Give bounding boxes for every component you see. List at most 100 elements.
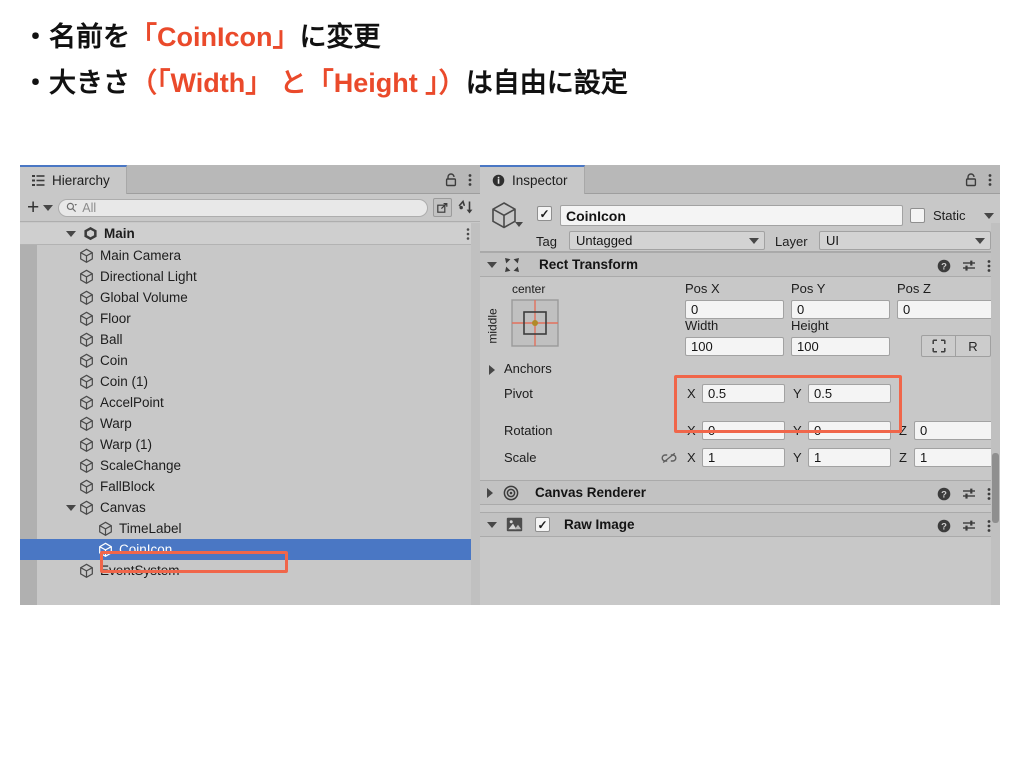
inspector-scrollbar[interactable] [991, 223, 1000, 605]
caption-line-1-highlight: 「CoinIcon」 [130, 22, 300, 52]
component-header-rect-transform[interactable]: Rect Transform ? [480, 252, 1000, 277]
pivot-y-axis-label: Y [793, 386, 802, 401]
scale-y-field[interactable]: 1 [808, 448, 891, 467]
canvas-renderer-icon [503, 485, 519, 500]
rotation-z-field[interactable]: 0 [914, 421, 997, 440]
component-header-raw-image[interactable]: ✓ Raw Image ? [480, 512, 1000, 537]
scale-x-field[interactable]: 1 [702, 448, 785, 467]
raw-image-enabled-checkbox[interactable]: ✓ [535, 517, 550, 532]
hierarchy-scene-row[interactable]: Main [20, 223, 480, 245]
raw-mode-button[interactable]: R [956, 335, 991, 357]
hierarchy-tree[interactable]: Main Main Camera Directional Light Global … [20, 223, 480, 605]
caption-line-2-pre: ・大きさ [22, 68, 130, 98]
hierarchy-item-canvas[interactable]: Canvas [20, 497, 480, 518]
anchor-preset-widget[interactable] [511, 299, 559, 347]
tag-chevron-down-icon [749, 237, 759, 244]
static-dropdown-chevron-down-icon[interactable] [984, 213, 994, 219]
help-circle-icon[interactable]: ? [937, 487, 951, 501]
rotation-x-field[interactable]: 0 [702, 421, 785, 440]
gameobject-name-field[interactable]: CoinIcon [560, 205, 903, 226]
hierarchy-item-eventsystem[interactable]: EventSystem [20, 560, 480, 581]
hierarchy-item-main-camera[interactable]: Main Camera [20, 245, 480, 266]
add-dropdown-chevron-down-icon[interactable] [43, 204, 54, 211]
kebab-menu-icon[interactable] [988, 173, 992, 187]
kebab-menu-icon[interactable] [468, 173, 472, 187]
inspector-scrollbar-thumb[interactable] [992, 453, 999, 523]
static-checkbox[interactable] [910, 208, 925, 223]
anchors-label: Anchors [504, 361, 552, 376]
hierarchy-item-fallblock[interactable]: FallBlock [20, 476, 480, 497]
hierarchy-item-directional-light[interactable]: Directional Light [20, 266, 480, 287]
caption-line-2: ・大きさ（「Width」 と「Height 」）は自由に設定 [22, 60, 982, 106]
caption-line-2-post: は自由に設定 [465, 68, 628, 98]
gameobject-enabled-check-icon: ✓ [539, 206, 550, 221]
width-field[interactable]: 100 [685, 337, 784, 356]
pos-y-field[interactable]: 0 [791, 300, 890, 319]
gameobject-cube-icon [80, 479, 93, 494]
hierarchy-item-accelpoint[interactable]: AccelPoint [20, 392, 480, 413]
hierarchy-item-global-volume[interactable]: Global Volume [20, 287, 480, 308]
scene-kebab-menu-icon[interactable] [466, 227, 470, 241]
alphabetical-sort-icon[interactable] [457, 199, 474, 216]
preset-sliders-icon[interactable] [962, 487, 976, 501]
anchors-expand-triangle-icon[interactable] [489, 365, 495, 375]
broken-link-icon[interactable] [661, 452, 677, 464]
scale-y-axis-label: Y [793, 450, 802, 465]
preset-sliders-icon[interactable] [962, 519, 976, 533]
tab-hierarchy[interactable]: Hierarchy [20, 165, 127, 194]
hierarchy-item-scalechange[interactable]: ScaleChange [20, 455, 480, 476]
tab-inspector[interactable]: Inspector [480, 165, 585, 194]
rotation-y-field[interactable]: 0 [808, 421, 891, 440]
tag-dropdown[interactable]: Untagged [569, 231, 765, 250]
pos-y-label: Pos Y [791, 281, 826, 296]
pivot-x-field[interactable]: 0.5 [702, 384, 785, 403]
hierarchy-item-floor[interactable]: Floor [20, 308, 480, 329]
hierarchy-item-label: Canvas [100, 500, 146, 515]
raw-image-picture-icon [506, 517, 523, 532]
gameobject-icon-dropdown-chevron-down-icon[interactable] [515, 222, 523, 227]
pos-x-label: Pos X [685, 281, 720, 296]
hierarchy-item-label: Coin (1) [100, 374, 149, 389]
add-gameobject-button[interactable]: + [27, 197, 39, 218]
hierarchy-item-coin[interactable]: Coin [20, 350, 480, 371]
help-circle-icon[interactable]: ? [937, 259, 951, 273]
expand-triangle-icon[interactable] [66, 504, 79, 511]
hierarchy-item-warp-1[interactable]: Warp (1) [20, 434, 480, 455]
layer-dropdown[interactable]: UI [819, 231, 991, 250]
pos-x-field[interactable]: 0 [685, 300, 784, 319]
scene-expand-triangle-icon[interactable] [66, 230, 76, 237]
gameobject-cube-icon [80, 500, 93, 515]
pivot-x-axis-label: X [687, 386, 696, 401]
lock-icon[interactable] [965, 172, 977, 187]
help-circle-icon[interactable]: ? [937, 519, 951, 533]
rect-transform-expand-triangle-icon[interactable] [487, 261, 497, 268]
height-field[interactable]: 100 [791, 337, 890, 356]
hierarchy-item-label: EventSystem [100, 563, 180, 578]
info-circle-icon [492, 174, 505, 187]
tag-value: Untagged [576, 233, 633, 248]
search-input[interactable]: All [58, 198, 428, 217]
hierarchy-item-coinicon[interactable]: CoinIcon [20, 539, 480, 560]
preset-sliders-icon[interactable] [962, 259, 976, 273]
hierarchy-item-label: ScaleChange [100, 458, 182, 473]
save-search-icon[interactable] [433, 198, 452, 217]
hierarchy-item-coin-1[interactable]: Coin (1) [20, 371, 480, 392]
pivot-y-field[interactable]: 0.5 [808, 384, 891, 403]
component-header-canvas-renderer[interactable]: Canvas Renderer ? [480, 480, 1000, 505]
blueprint-mode-button[interactable] [921, 335, 956, 357]
hierarchy-item-warp[interactable]: Warp [20, 413, 480, 434]
pos-z-field[interactable]: 0 [897, 300, 996, 319]
hierarchy-item-label: Ball [100, 332, 123, 347]
hierarchy-item-timelabel[interactable]: TimeLabel [20, 518, 480, 539]
caption-line-2-highlight: （「Width」 と「Height 」） [130, 68, 466, 98]
hierarchy-scrollbar[interactable] [471, 223, 480, 605]
raw-image-expand-triangle-icon[interactable] [487, 521, 497, 528]
hierarchy-item-label: Warp (1) [100, 437, 153, 452]
hierarchy-item-ball[interactable]: Ball [20, 329, 480, 350]
canvas-renderer-expand-triangle-icon[interactable] [487, 487, 493, 498]
gameobject-enabled-checkbox[interactable]: ✓ [537, 206, 552, 221]
rect-transform-title: Rect Transform [539, 257, 639, 272]
gameobject-cube-icon [80, 416, 93, 431]
scale-z-field[interactable]: 1 [914, 448, 997, 467]
lock-icon[interactable] [445, 172, 457, 187]
